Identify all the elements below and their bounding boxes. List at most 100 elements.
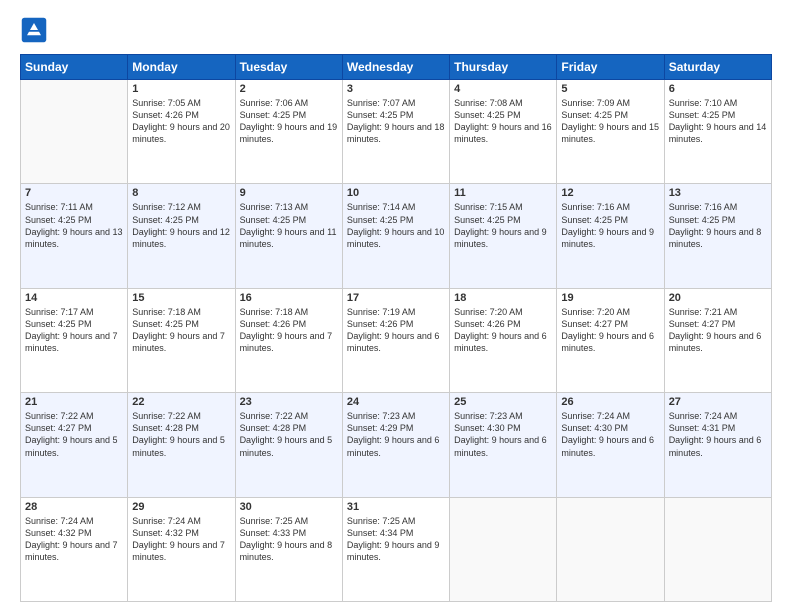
calendar-cell: 4Sunrise: 7:08 AMSunset: 4:25 PMDaylight…: [450, 80, 557, 184]
cell-info: Sunrise: 7:23 AMSunset: 4:30 PMDaylight:…: [454, 410, 552, 459]
cell-info: Sunrise: 7:12 AMSunset: 4:25 PMDaylight:…: [132, 201, 230, 250]
page: SundayMondayTuesdayWednesdayThursdayFrid…: [0, 0, 792, 612]
day-number: 23: [240, 396, 338, 408]
calendar-cell: 15 Sunrise: 7:18 AMSunset: 4:25 PMDayligh…: [128, 288, 235, 392]
day-number: 2: [240, 83, 338, 95]
cell-info: Sunrise: 7:18 AMSunset: 4:25 PMDaylight:…: [132, 306, 230, 355]
cell-info: Sunrise: 7:22 AMSunset: 4:28 PMDaylight:…: [132, 410, 230, 459]
calendar-day-header: Tuesday: [235, 55, 342, 80]
day-number: 22: [132, 396, 230, 408]
day-number: 24: [347, 396, 445, 408]
calendar-header-row: SundayMondayTuesdayWednesdayThursdayFrid…: [21, 55, 772, 80]
calendar-cell: 12 Sunrise: 7:16 AMSunset: 4:25 PMDayligh…: [557, 184, 664, 288]
calendar-cell: 8 Sunrise: 7:12 AMSunset: 4:25 PMDaylight…: [128, 184, 235, 288]
cell-info: Sunrise: 7:14 AMSunset: 4:25 PMDaylight:…: [347, 201, 445, 250]
day-number: 20: [669, 292, 767, 304]
cell-info: Sunrise: 7:13 AMSunset: 4:25 PMDaylight:…: [240, 201, 338, 250]
calendar-cell: [664, 497, 771, 601]
cell-info: Sunrise: 7:22 AMSunset: 4:28 PMDaylight:…: [240, 410, 338, 459]
calendar-cell: 31 Sunrise: 7:25 AMSunset: 4:34 PMDayligh…: [342, 497, 449, 601]
calendar-row: 28Sunrise: 7:24 AMSunset: 4:32 PMDayligh…: [21, 497, 772, 601]
calendar-cell: 14Sunrise: 7:17 AMSunset: 4:25 PMDayligh…: [21, 288, 128, 392]
day-number: 7: [25, 187, 123, 199]
calendar-cell: 17Sunrise: 7:19 AMSunset: 4:26 PMDayligh…: [342, 288, 449, 392]
day-number: 25: [454, 396, 552, 408]
calendar-cell: 21 Sunrise: 7:22 AMSunset: 4:27 PMDayligh…: [21, 393, 128, 497]
cell-info: Sunrise: 7:09 AMSunset: 4:25 PMDaylight:…: [561, 97, 659, 146]
logo-icon: [20, 16, 48, 44]
cell-info: Sunrise: 7:25 AMSunset: 4:34 PMDaylight:…: [347, 515, 445, 564]
day-number: 8: [132, 187, 230, 199]
cell-info: Sunrise: 7:23 AMSunset: 4:29 PMDaylight:…: [347, 410, 445, 459]
cell-info: Sunrise: 7:16 AMSunset: 4:25 PMDaylight:…: [561, 201, 659, 250]
calendar-day-header: Thursday: [450, 55, 557, 80]
calendar-cell: 25 Sunrise: 7:23 AMSunset: 4:30 PMDayligh…: [450, 393, 557, 497]
calendar-cell: 10Sunrise: 7:14 AMSunset: 4:25 PMDayligh…: [342, 184, 449, 288]
day-number: 1: [132, 83, 230, 95]
calendar-cell: 3 Sunrise: 7:07 AMSunset: 4:25 PMDaylight…: [342, 80, 449, 184]
calendar-cell: 11 Sunrise: 7:15 AMSunset: 4:25 PMDayligh…: [450, 184, 557, 288]
cell-info: Sunrise: 7:24 AMSunset: 4:32 PMDaylight:…: [25, 515, 123, 564]
calendar-day-header: Sunday: [21, 55, 128, 80]
cell-info: Sunrise: 7:24 AMSunset: 4:30 PMDaylight:…: [561, 410, 659, 459]
calendar-cell: 6 Sunrise: 7:10 AMSunset: 4:25 PMDaylight…: [664, 80, 771, 184]
calendar-day-header: Wednesday: [342, 55, 449, 80]
calendar-cell: 19Sunrise: 7:20 AMSunset: 4:27 PMDayligh…: [557, 288, 664, 392]
day-number: 9: [240, 187, 338, 199]
calendar-cell: 2 Sunrise: 7:06 AMSunset: 4:25 PMDaylight…: [235, 80, 342, 184]
calendar-cell: 5 Sunrise: 7:09 AMSunset: 4:25 PMDaylight…: [557, 80, 664, 184]
day-number: 26: [561, 396, 659, 408]
calendar-cell: 18 Sunrise: 7:20 AMSunset: 4:26 PMDayligh…: [450, 288, 557, 392]
day-number: 16: [240, 292, 338, 304]
cell-info: Sunrise: 7:15 AMSunset: 4:25 PMDaylight:…: [454, 201, 552, 250]
cell-info: Sunrise: 7:20 AMSunset: 4:26 PMDaylight:…: [454, 306, 552, 355]
calendar-cell: 9 Sunrise: 7:13 AMSunset: 4:25 PMDaylight…: [235, 184, 342, 288]
calendar-cell: 1 Sunrise: 7:05 AMSunset: 4:26 PMDaylight…: [128, 80, 235, 184]
calendar-cell: [450, 497, 557, 601]
day-number: 3: [347, 83, 445, 95]
calendar-cell: 29Sunrise: 7:24 AMSunset: 4:32 PMDayligh…: [128, 497, 235, 601]
cell-info: Sunrise: 7:20 AMSunset: 4:27 PMDaylight:…: [561, 306, 659, 355]
day-number: 29: [132, 501, 230, 513]
calendar-cell: 27 Sunrise: 7:24 AMSunset: 4:31 PMDayligh…: [664, 393, 771, 497]
day-number: 27: [669, 396, 767, 408]
logo: [20, 16, 52, 44]
calendar-cell: 7 Sunrise: 7:11 AMSunset: 4:25 PMDaylight…: [21, 184, 128, 288]
calendar-day-header: Monday: [128, 55, 235, 80]
cell-info: Sunrise: 7:22 AMSunset: 4:27 PMDaylight:…: [25, 410, 123, 459]
cell-info: Sunrise: 7:07 AMSunset: 4:25 PMDaylight:…: [347, 97, 445, 146]
calendar-row: 1 Sunrise: 7:05 AMSunset: 4:26 PMDaylight…: [21, 80, 772, 184]
day-number: 14: [25, 292, 123, 304]
day-number: 5: [561, 83, 659, 95]
cell-info: Sunrise: 7:18 AMSunset: 4:26 PMDaylight:…: [240, 306, 338, 355]
calendar-cell: 16 Sunrise: 7:18 AMSunset: 4:26 PMDayligh…: [235, 288, 342, 392]
calendar-cell: 22 Sunrise: 7:22 AMSunset: 4:28 PMDayligh…: [128, 393, 235, 497]
calendar-cell: 24 Sunrise: 7:23 AMSunset: 4:29 PMDayligh…: [342, 393, 449, 497]
cell-info: Sunrise: 7:16 AMSunset: 4:25 PMDaylight:…: [669, 201, 767, 250]
day-number: 21: [25, 396, 123, 408]
cell-info: Sunrise: 7:10 AMSunset: 4:25 PMDaylight:…: [669, 97, 767, 146]
cell-info: Sunrise: 7:24 AMSunset: 4:31 PMDaylight:…: [669, 410, 767, 459]
calendar-row: 21 Sunrise: 7:22 AMSunset: 4:27 PMDayligh…: [21, 393, 772, 497]
cell-info: Sunrise: 7:05 AMSunset: 4:26 PMDaylight:…: [132, 97, 230, 146]
calendar-cell: 28Sunrise: 7:24 AMSunset: 4:32 PMDayligh…: [21, 497, 128, 601]
day-number: 4: [454, 83, 552, 95]
cell-info: Sunrise: 7:06 AMSunset: 4:25 PMDaylight:…: [240, 97, 338, 146]
cell-info: Sunrise: 7:11 AMSunset: 4:25 PMDaylight:…: [25, 201, 123, 250]
cell-info: Sunrise: 7:21 AMSunset: 4:27 PMDaylight:…: [669, 306, 767, 355]
day-number: 12: [561, 187, 659, 199]
day-number: 13: [669, 187, 767, 199]
calendar-cell: [557, 497, 664, 601]
cell-info: Sunrise: 7:19 AMSunset: 4:26 PMDaylight:…: [347, 306, 445, 355]
day-number: 31: [347, 501, 445, 513]
calendar-day-header: Friday: [557, 55, 664, 80]
day-number: 18: [454, 292, 552, 304]
calendar-day-header: Saturday: [664, 55, 771, 80]
header: [20, 16, 772, 44]
calendar-row: 7 Sunrise: 7:11 AMSunset: 4:25 PMDaylight…: [21, 184, 772, 288]
day-number: 11: [454, 187, 552, 199]
day-number: 6: [669, 83, 767, 95]
day-number: 30: [240, 501, 338, 513]
day-number: 15: [132, 292, 230, 304]
calendar-cell: 13 Sunrise: 7:16 AMSunset: 4:25 PMDayligh…: [664, 184, 771, 288]
